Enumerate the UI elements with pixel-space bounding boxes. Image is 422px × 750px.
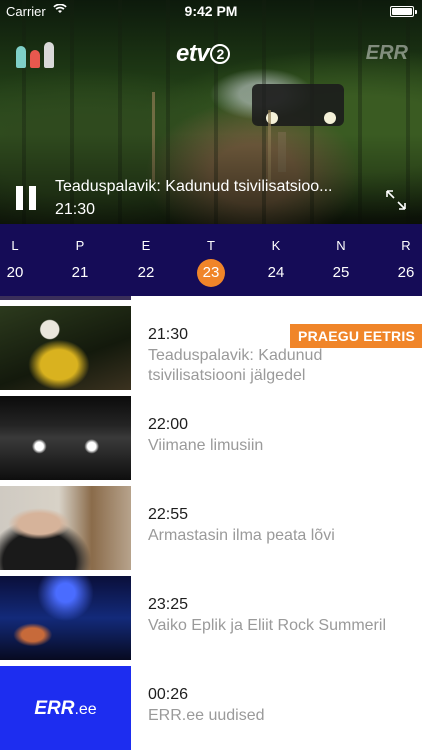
day-item[interactable]: P 21 (60, 224, 100, 296)
day-item[interactable]: N 25 (321, 224, 361, 296)
schedule-list: 21:30 Teaduspalavik: Kadunud tsivilisats… (0, 296, 422, 750)
program-title: Teaduspalavik: Kadunud tsivilisatsiooni … (148, 347, 323, 384)
program-thumbnail: ERR.ee (0, 666, 131, 750)
now-playing-title: Teaduspalavik: Kadunud tsivilisatsioo... (55, 178, 333, 195)
status-bar: Carrier 9:42 PM (0, 0, 422, 22)
video-player[interactable]: Carrier 9:42 PM etv 2 ERR Teaduspalavik: … (0, 0, 422, 224)
day-date: 24 (267, 264, 285, 281)
day-date: 26 (397, 264, 415, 281)
now-playing-time: 21:30 (55, 201, 96, 218)
clock: 9:42 PM (184, 3, 238, 19)
day-item[interactable]: E 22 (126, 224, 166, 296)
channel-number: 2 (210, 44, 231, 64)
program-thumbnail (0, 486, 131, 570)
program-title: Armastasin ilma peata lõvi (148, 527, 335, 544)
day-date: 21 (71, 264, 89, 281)
day-weekday: N (336, 238, 346, 253)
schedule-row[interactable]: 22:00 Viimane limusiin (0, 390, 422, 480)
day-item-selected[interactable]: T 23 (191, 224, 231, 296)
day-item[interactable]: R 26 (386, 224, 422, 296)
program-title: Viimane limusiin (148, 437, 264, 454)
program-title: Vaiko Eplik ja Eliit Rock Summeril (148, 617, 386, 634)
day-selector: L 20 P 21 E 22 T 23 K 24 N 25 R 26 (0, 224, 422, 296)
kids-channel-logo (14, 38, 58, 68)
day-weekday: T (207, 238, 215, 253)
schedule-row[interactable]: ERR.ee 00:26 ERR.ee uudised (0, 660, 422, 750)
program-time: 23:25 (148, 596, 189, 613)
schedule-row[interactable]: 23:25 Vaiko Eplik ja Eliit Rock Summeril (0, 570, 422, 660)
on-air-badge: PRAEGU EETRIS (290, 324, 422, 348)
day-date: 23 (197, 259, 225, 287)
day-weekday: E (141, 238, 151, 253)
program-time: 22:00 (148, 416, 189, 433)
program-time: 21:30 (148, 326, 189, 343)
pause-button[interactable] (14, 186, 38, 210)
err-logo: ERR.ee (34, 698, 97, 719)
day-weekday: K (271, 238, 281, 253)
fullscreen-icon[interactable] (384, 188, 408, 212)
broadcaster-watermark: ERR (365, 42, 408, 64)
day-weekday: P (75, 238, 85, 253)
day-date: 20 (6, 264, 24, 281)
day-date: 22 (137, 264, 155, 281)
day-item[interactable]: L 20 (0, 224, 35, 296)
schedule-row[interactable]: 22:55 Armastasin ilma peata lõvi (0, 480, 422, 570)
program-time: 00:26 (148, 686, 189, 703)
day-weekday: L (11, 238, 19, 253)
program-title: ERR.ee uudised (148, 707, 265, 724)
schedule-row[interactable]: 21:30 Teaduspalavik: Kadunud tsivilisats… (0, 300, 422, 390)
program-thumbnail (0, 306, 131, 390)
day-item[interactable]: K 24 (256, 224, 296, 296)
program-time: 22:55 (148, 506, 189, 523)
day-date: 25 (332, 264, 350, 281)
program-thumbnail (0, 396, 131, 480)
program-thumbnail (0, 576, 131, 660)
app-root: Carrier 9:42 PM etv 2 ERR Teaduspalavik: … (0, 0, 422, 750)
day-weekday: R (401, 238, 411, 253)
channel-logo: etv 2 (176, 40, 231, 68)
battery-icon (390, 6, 417, 17)
